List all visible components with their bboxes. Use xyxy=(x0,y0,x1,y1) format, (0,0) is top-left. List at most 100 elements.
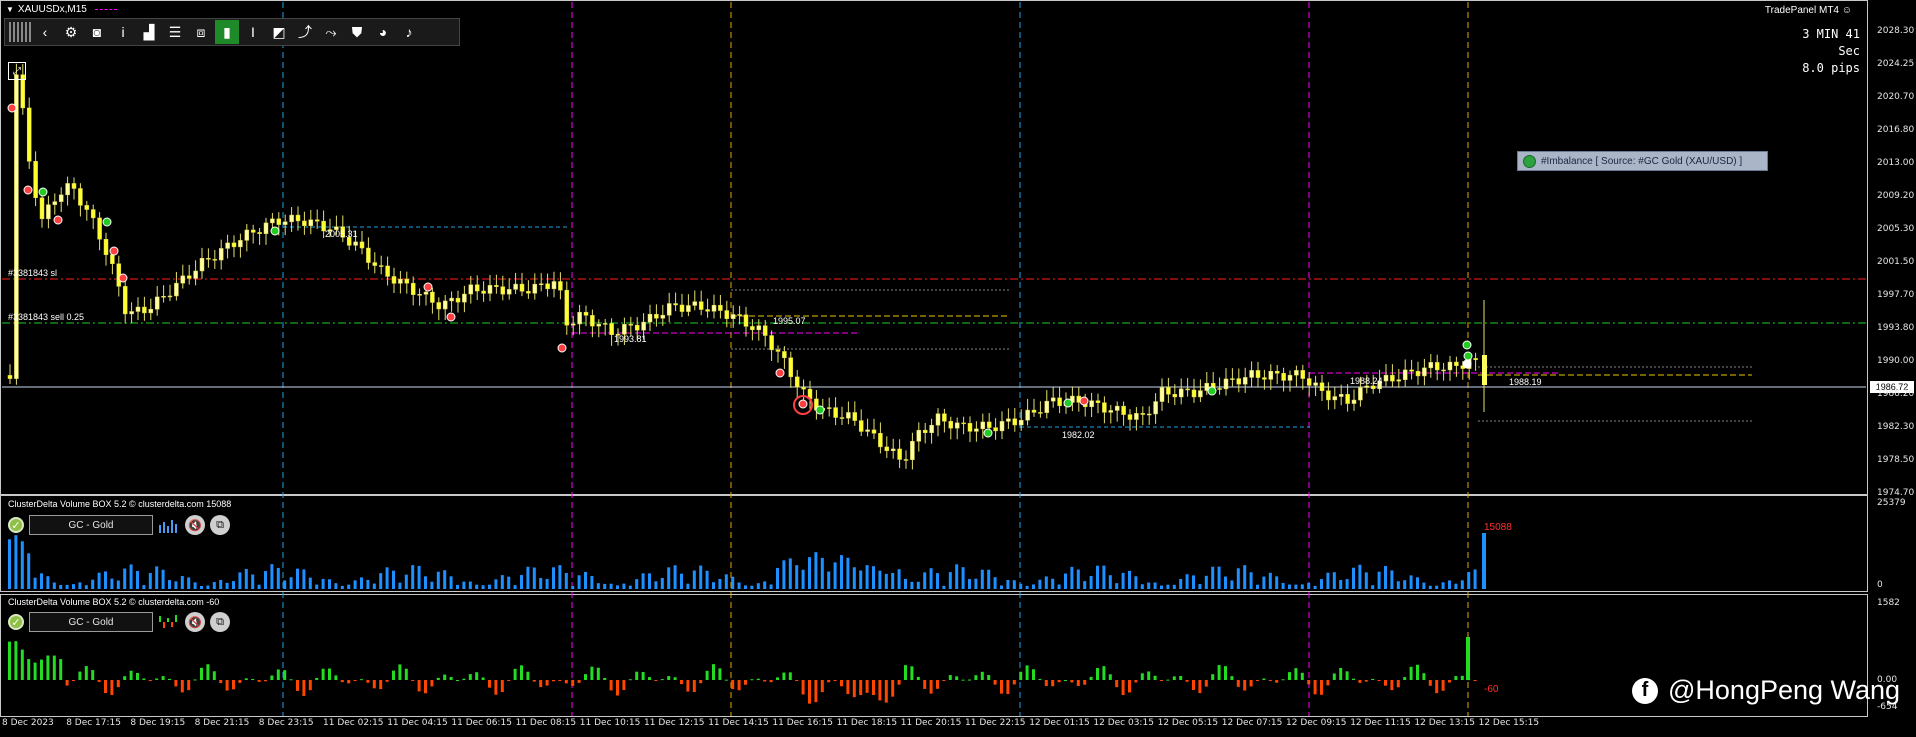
volume-bar xyxy=(251,574,255,589)
delta-bar xyxy=(513,668,517,680)
delta-bar xyxy=(1198,680,1202,694)
copy-icon[interactable]: ⧉ xyxy=(210,515,230,535)
delta-bar xyxy=(769,680,773,683)
candles-icon[interactable]: ⧈ xyxy=(189,20,213,44)
list-icon[interactable]: ☰ xyxy=(163,20,187,44)
candle-body xyxy=(39,197,45,220)
expand-icon[interactable]: ⤢ xyxy=(8,62,26,80)
volume-bar xyxy=(584,571,587,589)
toolbar-grip[interactable] xyxy=(9,22,31,42)
volume-bar xyxy=(1294,584,1298,589)
bell-icon[interactable]: ♪ xyxy=(397,20,421,44)
volume-bar xyxy=(1153,582,1157,589)
green-tool-icon[interactable]: ▮ xyxy=(215,20,239,44)
candle-body xyxy=(1358,387,1363,401)
imbalance-box[interactable]: #Imbalance [ Source: #GC Gold (XAU/USD) … xyxy=(1517,151,1768,171)
candle-body xyxy=(135,306,141,312)
candle-body xyxy=(647,313,653,323)
volume-bar xyxy=(673,565,677,589)
candle-body xyxy=(711,304,717,312)
volume-bar xyxy=(1320,579,1323,589)
gear-icon[interactable]: ⚙ xyxy=(59,20,83,44)
volume-bar xyxy=(244,568,248,589)
candle-body xyxy=(750,326,755,331)
candle-body xyxy=(449,297,454,302)
delta-bar xyxy=(308,680,312,691)
check-icon[interactable]: ✓ xyxy=(8,517,24,533)
candle-body xyxy=(878,433,883,448)
volume-bar xyxy=(142,585,146,589)
delta-bar xyxy=(552,680,555,682)
candle-body xyxy=(916,429,922,442)
delta-bar xyxy=(372,680,376,689)
delta-bar xyxy=(744,680,747,685)
delta-bar xyxy=(398,664,402,680)
trend2-icon[interactable]: ⤳ xyxy=(319,20,343,44)
mute-icon[interactable]: 🔇 xyxy=(185,612,205,632)
delta-bar xyxy=(494,680,498,695)
pie-icon[interactable]: ◕ xyxy=(371,20,395,44)
ruler-icon[interactable]: ◩ xyxy=(267,20,291,44)
chart-bars-icon[interactable]: ▟ xyxy=(137,20,161,44)
volume-bar xyxy=(648,573,651,589)
tradepanel-label[interactable]: TradePanel MT4 ☺ xyxy=(1765,5,1852,16)
delta-histogram-icon[interactable] xyxy=(158,614,180,630)
delta-bar xyxy=(961,679,965,681)
volume-bar xyxy=(968,579,971,589)
volume-bar xyxy=(1422,582,1426,589)
candle-body xyxy=(1306,378,1312,386)
volume-bar xyxy=(1236,568,1240,589)
volume-bar xyxy=(827,571,831,589)
candle-body xyxy=(942,413,947,422)
volume-bar xyxy=(916,581,920,589)
candle-body xyxy=(788,357,794,378)
volume-bar xyxy=(372,583,376,589)
volume-symbol-selector[interactable]: GC - Gold xyxy=(29,515,153,535)
trend-icon[interactable]: ⤴ xyxy=(293,20,317,44)
candle-body xyxy=(257,232,262,234)
delta-bar xyxy=(795,680,799,682)
camera-icon[interactable]: ◙ xyxy=(85,20,109,44)
check-icon[interactable]: ✓ xyxy=(8,614,24,630)
candle-body xyxy=(1482,355,1487,385)
symbol-title[interactable]: ▼ XAUUSDx,M15 xyxy=(6,4,117,15)
volume-bar xyxy=(1403,580,1407,589)
cursor-text-icon[interactable]: I xyxy=(241,20,265,44)
volume-bar xyxy=(1121,572,1125,589)
delta-bar xyxy=(59,659,63,680)
volume-bar xyxy=(936,573,939,589)
info-icon[interactable]: i xyxy=(111,20,135,44)
volume-bar xyxy=(660,577,664,589)
delta-bar xyxy=(833,680,837,681)
back-icon[interactable]: ‹ xyxy=(33,20,57,44)
delta-bar xyxy=(718,668,722,680)
delta-bar xyxy=(500,680,504,693)
time-axis-label: 11 Dec 18:15 xyxy=(836,718,898,728)
candle-body xyxy=(52,201,58,205)
volume-bar xyxy=(379,573,383,589)
volume-bar xyxy=(1019,583,1023,589)
copy-icon[interactable]: ⧉ xyxy=(210,612,230,632)
shield-icon[interactable]: ⛊ xyxy=(345,20,369,44)
histogram-icon[interactable] xyxy=(158,517,180,533)
candle-body xyxy=(1121,405,1126,415)
dropdown-icon[interactable]: ▼ xyxy=(6,5,14,14)
volume-bar xyxy=(1352,567,1355,589)
mute-icon[interactable]: 🔇 xyxy=(185,515,205,535)
candle-body xyxy=(148,308,154,314)
volume-bar xyxy=(904,578,907,589)
delta-bar xyxy=(475,672,479,680)
delta-bar xyxy=(91,670,95,680)
delta-bar xyxy=(142,678,146,680)
candle-body xyxy=(922,429,928,434)
delta-symbol-selector[interactable]: GC - Gold xyxy=(29,612,153,632)
delta-bar xyxy=(270,675,274,680)
delta-bar xyxy=(1345,671,1349,680)
delta-bar xyxy=(430,680,434,687)
volume-bar xyxy=(616,585,619,589)
volume-bar xyxy=(1115,583,1119,589)
volume-bar xyxy=(148,573,152,589)
candle-body xyxy=(487,285,493,294)
candle-body xyxy=(97,217,102,240)
delta-bar xyxy=(1313,680,1317,695)
